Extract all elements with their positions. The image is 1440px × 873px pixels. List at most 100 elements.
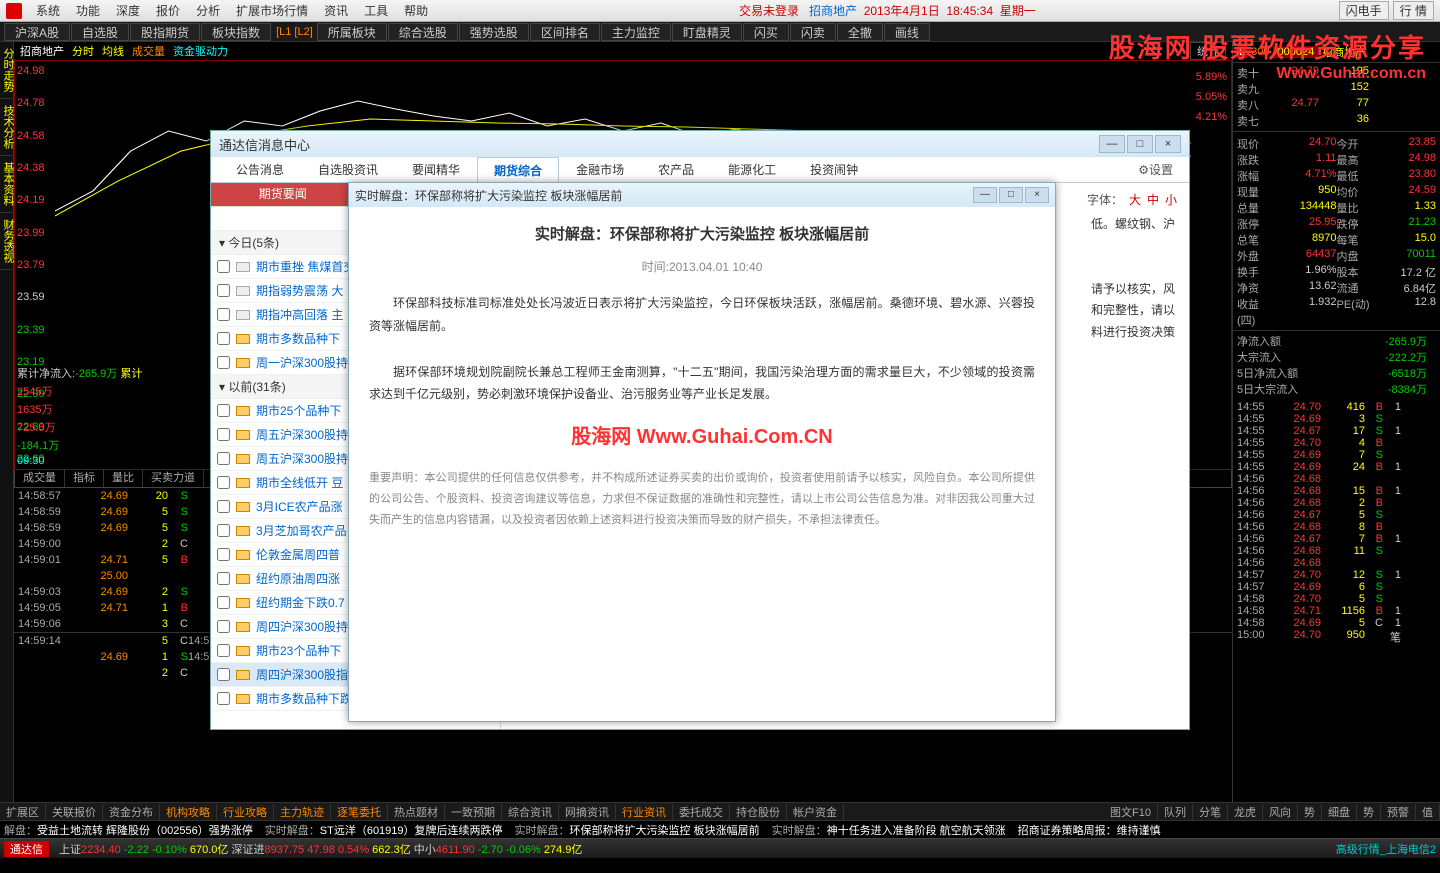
bottom-tab[interactable]: 行业资讯 — [616, 804, 673, 820]
item-checkbox[interactable] — [217, 332, 230, 345]
tab-comp-pick[interactable]: 综合选股 — [388, 23, 458, 41]
category-tab[interactable]: 能源化工 — [711, 156, 793, 182]
stock-code[interactable]: 000024 — [1273, 46, 1318, 58]
category-tab[interactable]: 金融市场 — [559, 156, 641, 182]
item-checkbox[interactable] — [217, 500, 230, 513]
font-medium[interactable]: 中 — [1147, 191, 1159, 208]
item-checkbox[interactable] — [217, 284, 230, 297]
font-large[interactable]: 大 — [1129, 191, 1141, 208]
item-checkbox[interactable] — [217, 692, 230, 705]
article-titlebar[interactable]: 实时解盘：环保部称将扩大污染监控 板块涨幅居前 — □ × — [349, 183, 1055, 207]
tab-range-rank[interactable]: 区间排名 — [530, 23, 600, 41]
bottom-tab[interactable]: 扩展区 — [0, 804, 46, 820]
bottom-tab[interactable]: 资金分布 — [103, 804, 160, 820]
msgcenter-close-button[interactable]: × — [1155, 135, 1181, 153]
bottom-tab[interactable]: 关联报价 — [46, 804, 103, 820]
bottom-tab[interactable]: 帐户资金 — [787, 804, 844, 820]
bottom-right-tab[interactable]: 细盘 — [1322, 804, 1357, 820]
connection-label[interactable]: 高级行情_上海电信2 — [1336, 841, 1436, 857]
tab-main-monitor[interactable]: 主力监控 — [601, 23, 671, 41]
bottom-tab[interactable]: 逐笔委托 — [331, 804, 388, 820]
bottom-tab[interactable]: 一致预期 — [445, 804, 502, 820]
item-checkbox[interactable] — [217, 572, 230, 585]
subtab-bs-power[interactable]: 买卖力道 — [143, 470, 204, 487]
subtab-volratio[interactable]: 量比 — [104, 470, 143, 487]
bottom-right-tab[interactable]: 队列 — [1158, 804, 1193, 820]
item-checkbox[interactable] — [217, 548, 230, 561]
menu-depth[interactable]: 深度 — [108, 2, 148, 19]
chart-stats-button[interactable]: 统计 — [1190, 42, 1226, 60]
article-close-button[interactable]: × — [1025, 187, 1049, 203]
tab-watchlist[interactable]: 自选股 — [71, 23, 129, 41]
bottom-right-tab[interactable]: 风向 — [1263, 804, 1298, 820]
category-tab[interactable]: 自选股资讯 — [301, 156, 395, 182]
article-min-button[interactable]: — — [973, 187, 997, 203]
settings-button[interactable]: ⚙设置 — [1130, 157, 1181, 182]
bottom-tab[interactable]: 主力轨迹 — [274, 804, 331, 820]
category-tab[interactable]: 投资闹钟 — [793, 156, 875, 182]
bottom-right-tab[interactable]: 值 — [1416, 804, 1440, 820]
tab-strong-pick[interactable]: 强势选股 — [459, 23, 529, 41]
menu-extmkt[interactable]: 扩展市场行情 — [228, 2, 316, 19]
tab-flash-buy[interactable]: 闪买 — [743, 23, 789, 41]
tab-sector-index[interactable]: 板块指数 — [201, 23, 271, 41]
flash-trade-button[interactable]: 闪电手 — [1339, 1, 1389, 20]
news-item[interactable]: 实时解盘：环保部称将扩大污染监控 板块涨幅居前 — [515, 822, 760, 838]
subtab-volume[interactable]: 成交量 — [15, 470, 65, 487]
bottom-right-tab[interactable]: 分笔 — [1193, 804, 1228, 820]
item-checkbox[interactable] — [217, 644, 230, 657]
bottom-right-tab[interactable]: 势 — [1298, 804, 1322, 820]
tab-draw-line[interactable]: 画线 — [884, 23, 930, 41]
chart-mode-capital[interactable]: 资金驱动力 — [173, 43, 228, 59]
article-max-button[interactable]: □ — [999, 187, 1023, 203]
item-checkbox[interactable] — [217, 452, 230, 465]
item-checkbox[interactable] — [217, 668, 230, 681]
bottom-tab[interactable]: 综合资讯 — [502, 804, 559, 820]
tab-cancel-all[interactable]: 全撤 — [837, 23, 883, 41]
menu-quote[interactable]: 报价 — [148, 2, 188, 19]
msgcenter-titlebar[interactable]: 通达信消息中心 — □ × — [211, 131, 1189, 157]
bottom-right-tab[interactable]: 龙虎 — [1228, 804, 1263, 820]
tab-watch-genie[interactable]: 盯盘精灵 — [672, 23, 742, 41]
item-checkbox[interactable] — [217, 404, 230, 417]
category-tab[interactable]: 公告消息 — [219, 156, 301, 182]
bottom-tab[interactable]: 行业攻略 — [217, 804, 274, 820]
subtab-indicator[interactable]: 指标 — [65, 470, 104, 487]
tab-belong-sector[interactable]: 所属板块 — [317, 23, 387, 41]
msgcenter-min-button[interactable]: — — [1099, 135, 1125, 153]
item-checkbox[interactable] — [217, 308, 230, 321]
item-checkbox[interactable] — [217, 260, 230, 273]
font-small[interactable]: 小 — [1165, 191, 1177, 208]
bottom-tab[interactable]: 持仓股份 — [730, 804, 787, 820]
bottom-tab[interactable]: 网摘资讯 — [559, 804, 616, 820]
menu-tools[interactable]: 工具 — [356, 2, 396, 19]
item-checkbox[interactable] — [217, 524, 230, 537]
item-checkbox[interactable] — [217, 428, 230, 441]
news-item[interactable]: 实时解盘：神十任务进入准备阶段 航空航天领涨 — [772, 822, 1006, 838]
menu-function[interactable]: 功能 — [68, 2, 108, 19]
bottom-right-tab[interactable]: 势 — [1357, 804, 1381, 820]
item-checkbox[interactable] — [217, 620, 230, 633]
tab-index-futures[interactable]: 股指期货 — [130, 23, 200, 41]
menu-help[interactable]: 帮助 — [396, 2, 436, 19]
tab-flash-sell[interactable]: 闪卖 — [790, 23, 836, 41]
quotes-button[interactable]: 行 情 — [1393, 1, 1434, 20]
bottom-right-tab[interactable]: 图文F10 — [1104, 804, 1158, 820]
article-dialog[interactable]: 实时解盘：环保部称将扩大污染监控 板块涨幅居前 — □ × 实时解盘：环保部称将… — [348, 182, 1056, 722]
menu-analyze[interactable]: 分析 — [188, 2, 228, 19]
chart-mode-vol[interactable]: 成交量 — [132, 43, 165, 59]
category-tab[interactable]: 要闻精华 — [395, 156, 477, 182]
news-item[interactable]: 解盘：受益土地流转 辉隆股份（002556）强势涨停 — [4, 822, 253, 838]
bottom-tab[interactable]: 热点题材 — [388, 804, 445, 820]
msgcenter-max-button[interactable]: □ — [1127, 135, 1153, 153]
category-tab[interactable]: 农产品 — [641, 156, 711, 182]
menu-info[interactable]: 资讯 — [316, 2, 356, 19]
bottom-tab[interactable]: 委托成交 — [673, 804, 730, 820]
item-checkbox[interactable] — [217, 476, 230, 489]
item-checkbox[interactable] — [217, 596, 230, 609]
category-tab[interactable]: 期货综合 — [477, 157, 559, 183]
news-item[interactable]: 招商证券策略周报：维持谨慎 — [1018, 822, 1161, 838]
menu-system[interactable]: 系统 — [28, 2, 68, 19]
chart-mode-intraday[interactable]: 分时 — [72, 43, 94, 59]
chart-mode-ma[interactable]: 均线 — [102, 43, 124, 59]
